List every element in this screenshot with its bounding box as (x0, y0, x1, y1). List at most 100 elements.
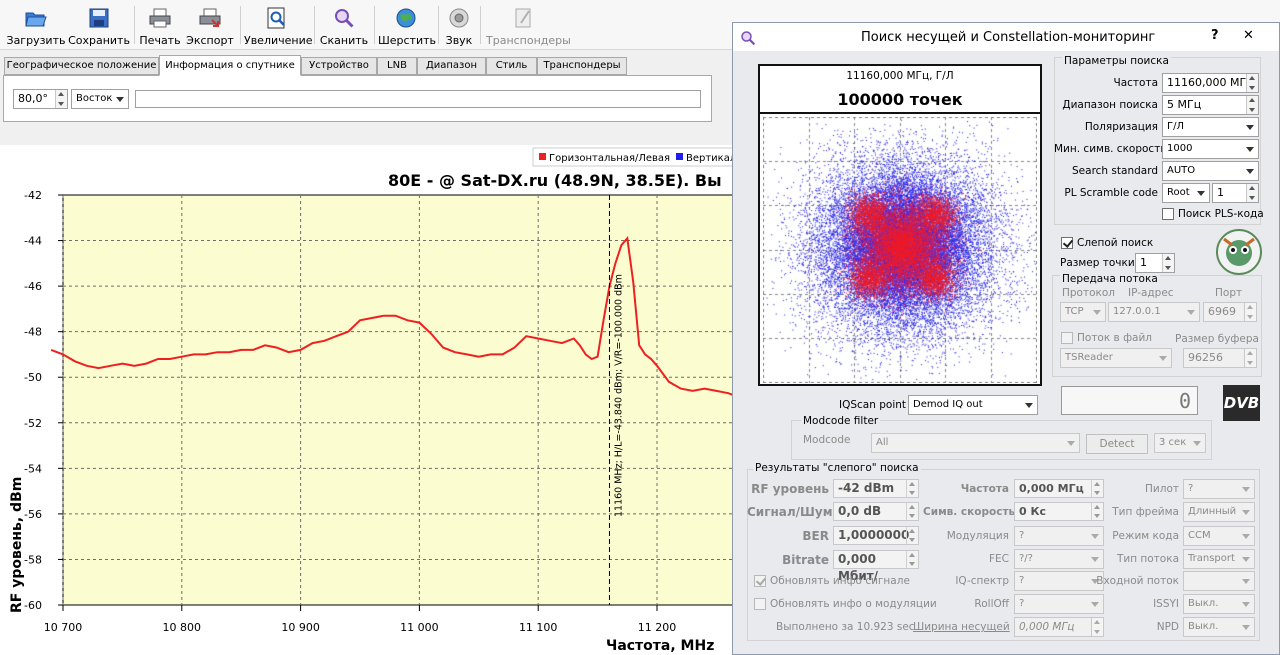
update-modulation-info-checkbox[interactable] (754, 598, 766, 610)
detect-button[interactable]: Detect (1086, 434, 1148, 454)
export-button[interactable]: Экспорт (186, 4, 234, 47)
npd-select[interactable]: Выкл. (1183, 617, 1255, 637)
ip-address-select[interactable]: 127.0.0.1 (1108, 302, 1200, 322)
polarization-select[interactable]: Г/Л (1162, 117, 1259, 137)
search-standard-label: Search standard (1072, 165, 1158, 177)
blind-search-checkbox[interactable] (1061, 237, 1073, 249)
frame-type-select[interactable]: Длинный (1183, 502, 1255, 522)
pls-search-label: Поиск PLS-кода (1178, 208, 1264, 220)
stream-type-label: Тип потока (1116, 553, 1179, 565)
rolloff-select[interactable]: ? (1014, 594, 1104, 614)
fec-select[interactable]: ?/? (1014, 549, 1104, 569)
scan-button[interactable]: Сканить (318, 4, 370, 47)
update-signal-info-checkbox[interactable] (754, 575, 766, 587)
tab-lnb[interactable]: LNB (377, 57, 417, 75)
tab-device[interactable]: Устройство (301, 57, 377, 75)
protocol-label: Протокол (1062, 287, 1116, 299)
iq-spectrum-select[interactable]: ? (1014, 571, 1104, 591)
input-stream-label: Входной поток (1096, 575, 1179, 587)
chart-legend: Горизонтальная/Левая Вертикал (532, 147, 732, 167)
min-symbol-rate-select[interactable]: 1000 (1162, 139, 1259, 159)
zoom-button[interactable]: Увеличение (244, 4, 313, 47)
y-tick-label: -56 (24, 508, 42, 521)
protocol-select[interactable]: TCP (1060, 302, 1106, 322)
tab-style[interactable]: Стиль (486, 57, 537, 75)
search-standard-select[interactable]: AUTO (1162, 161, 1259, 181)
tab-geo-position[interactable]: Географическое положение (4, 57, 159, 75)
rf-level-label: RF уровень (751, 482, 829, 496)
help-button[interactable]: ? (1211, 28, 1219, 43)
export-printer-icon (199, 8, 221, 27)
pilot-select[interactable]: ? (1183, 479, 1255, 499)
pls-search-checkbox[interactable] (1162, 208, 1174, 220)
y-axis: -60 -58 -56 -54 -52 -50 -48 -46 -44 -42 (24, 189, 63, 612)
tab-range[interactable]: Диапазон (417, 57, 486, 75)
iqscan-point-label: IQScan point (839, 399, 907, 411)
pl-scramble-mode-select[interactable]: Root (1162, 183, 1210, 203)
close-icon[interactable]: ✕ (1243, 28, 1254, 43)
print-button[interactable]: Печать (138, 4, 182, 47)
port-spinner[interactable]: 6969 (1203, 302, 1257, 322)
frequency-spinner[interactable]: 11160,000 МГц (1162, 73, 1259, 93)
y-tick-label: -60 (24, 599, 42, 612)
point-size-label: Размер точки (1060, 257, 1135, 269)
result-frequency-value: 0,000 МГц (1014, 479, 1104, 498)
satellite-name-input[interactable] (135, 90, 701, 108)
search-range-label: Диапазон поиска (1062, 99, 1158, 111)
save-button[interactable]: Сохранить (68, 4, 130, 47)
legend-swatch (539, 153, 546, 160)
direction-select[interactable]: Восток (71, 89, 129, 109)
detect-time-select[interactable]: 3 сек (1154, 433, 1206, 453)
snr-label: Сигнал/Шум (747, 505, 833, 519)
marker-annotation: 11160 MHz; H/L=-43.840 dBm; V/R=-100.000… (613, 274, 624, 517)
modulation-select[interactable]: ? (1014, 526, 1104, 546)
update-signal-info-label: Обновлять инфо сигнале (770, 575, 910, 587)
iqscan-point-select[interactable]: Demod IQ out (908, 395, 1038, 415)
legend-entry: Вертикал (686, 153, 732, 164)
port-label: Порт (1215, 287, 1243, 299)
transponders-button[interactable]: Транспондеры (486, 4, 571, 47)
chart-title: 80E - @ Sat-DX.ru (48.9N, 38.5E). Вы (388, 171, 722, 190)
x-tick-label: 11 200 (638, 621, 677, 634)
frame-type-label: Тип фрейма (1112, 506, 1179, 518)
coding-mode-select[interactable]: CCM (1183, 526, 1255, 546)
point-size-spinner[interactable]: 1 (1135, 253, 1175, 273)
modulation-label: Модуляция (946, 530, 1009, 542)
bitrate-label: Bitrate (782, 553, 829, 567)
ber-value: 1,0000000 (833, 526, 919, 545)
floppy-disk-icon (89, 8, 109, 28)
stream-to-file-checkbox[interactable] (1061, 332, 1073, 344)
pilot-label: Пилот (1145, 483, 1179, 495)
spectrum-chart: Горизонтальная/Левая Вертикал 80E - @ Sat… (0, 145, 732, 655)
load-button[interactable]: Загрузить (6, 4, 66, 47)
buffer-size-spinner[interactable]: 96256 (1183, 348, 1257, 368)
modcode-label: Modcode (803, 434, 851, 446)
satellite-position-spinner[interactable]: 80,0° (13, 89, 68, 109)
pl-scramble-code-spinner[interactable]: 1 (1212, 183, 1259, 203)
scan-magnifier-icon (335, 9, 354, 28)
carrier-width-label[interactable]: Ширина несущей (913, 621, 1010, 633)
sweep-button[interactable]: Шерстить (378, 4, 436, 47)
y-tick-label: -58 (24, 553, 42, 566)
issyi-select[interactable]: Выкл. (1183, 594, 1255, 614)
x-tick-label: 10 800 (163, 621, 202, 634)
frequency-label: Частота (1113, 77, 1159, 89)
legend-swatch (676, 153, 683, 160)
search-range-spinner[interactable]: 5 МГц (1162, 95, 1259, 115)
modcode-select[interactable]: All (871, 433, 1080, 453)
satellite-info-panel: 80,0° Восток (3, 75, 712, 122)
buffer-size-label: Размер буфера (1175, 333, 1259, 345)
y-tick-label: -44 (24, 235, 42, 248)
coding-mode-label: Режим кода (1112, 530, 1179, 542)
input-stream-select[interactable] (1183, 571, 1255, 591)
status-counter-display: 0 (1061, 386, 1198, 415)
snr-value: 0,0 dB (833, 502, 919, 521)
stream-reader-select[interactable]: TSReader (1060, 348, 1172, 368)
pl-scramble-label: PL Scramble code (1064, 187, 1158, 199)
tab-transponders[interactable]: Транспондеры (537, 57, 627, 75)
tab-satellite-info[interactable]: Информация о спутнике (159, 55, 301, 76)
stream-type-select[interactable]: Transport (1183, 549, 1255, 569)
zoom-icon (267, 7, 285, 29)
sound-button[interactable]: Звук (442, 4, 476, 47)
y-tick-label: -52 (24, 417, 42, 430)
